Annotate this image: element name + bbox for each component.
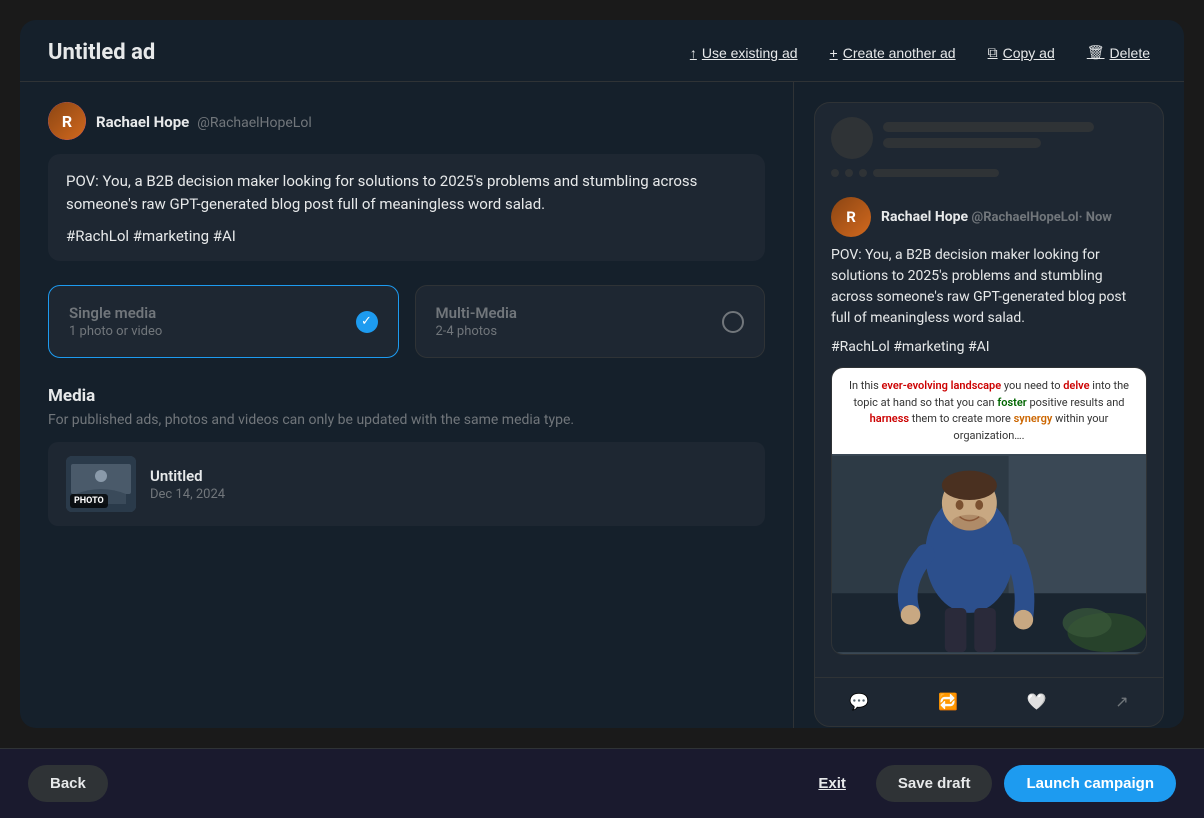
tweet-hashtags: #RachLol #marketing #AI — [66, 227, 747, 245]
preview-image-text: In this ever-evolving landscape you need… — [832, 368, 1146, 454]
preview-user-name: Rachael Hope @RachaelHopeLol· Now — [881, 209, 1112, 225]
media-item[interactable]: PHOTO Untitled Dec 14, 2024 — [48, 442, 765, 526]
media-section-desc: For published ads, photos and videos can… — [48, 412, 765, 428]
multi-media-sublabel: 2-4 photos — [436, 324, 517, 339]
media-item-info: Untitled Dec 14, 2024 — [150, 467, 225, 502]
exit-button[interactable]: Exit — [800, 765, 864, 802]
preview-user-row: R Rachael Hope @RachaelHopeLol· Now — [831, 197, 1147, 237]
avatar: R — [48, 102, 86, 140]
footer-left: Back — [28, 765, 108, 802]
skeleton-dot-2 — [845, 169, 853, 177]
comment-button[interactable]: 💬 — [837, 686, 881, 718]
content-area: R Rachael Hope @RachaelHopeLol POV: You,… — [20, 82, 1184, 728]
tweet-text: POV: You, a B2B decision maker looking f… — [66, 170, 747, 215]
share-button[interactable]: ↗ — [1103, 686, 1140, 718]
create-another-button[interactable]: + Create another ad — [824, 41, 962, 65]
single-media-radio-selected: ✓ — [356, 311, 378, 333]
media-section-title: Media — [48, 386, 765, 406]
copy-icon: ⧉ — [988, 44, 998, 61]
preview-tweet-text: POV: You, a B2B decision maker looking f… — [831, 245, 1147, 329]
like-button[interactable]: 🤍 — [1015, 686, 1059, 718]
single-media-card[interactable]: Single media 1 photo or video ✓ — [48, 285, 399, 358]
skeleton-line-3 — [873, 169, 999, 177]
use-existing-button[interactable]: ↑ Use existing ad — [684, 41, 804, 65]
media-section: Media For published ads, photos and vide… — [48, 386, 765, 526]
multi-media-card[interactable]: Multi-Media 2-4 photos — [415, 285, 766, 358]
preview-actions: 💬 🔁 🤍 ↗ — [815, 677, 1163, 726]
single-media-label: Single media — [69, 304, 162, 322]
preview-person-image — [832, 454, 1146, 654]
user-row: R Rachael Hope @RachaelHopeLol — [48, 102, 765, 140]
preview-image-container: In this ever-evolving landscape you need… — [831, 367, 1147, 655]
comment-icon: 💬 — [849, 692, 869, 712]
user-info: Rachael Hope @RachaelHopeLol — [96, 112, 312, 131]
user-name: Rachael Hope — [96, 113, 189, 131]
skeleton-line-1 — [883, 122, 1094, 132]
page-title: Untitled ad — [48, 40, 155, 65]
media-thumbnail: PHOTO — [66, 456, 136, 512]
preview-skeleton-header — [815, 103, 1163, 193]
media-item-name: Untitled — [150, 467, 225, 485]
trash-icon: 🗑 — [1087, 44, 1105, 61]
main-container: Untitled ad ↑ Use existing ad + Create a… — [20, 20, 1184, 728]
upload-icon: ↑ — [690, 45, 697, 61]
multi-media-label: Multi-Media — [436, 304, 517, 322]
header: Untitled ad ↑ Use existing ad + Create a… — [20, 20, 1184, 82]
media-type-section: Single media 1 photo or video ✓ Multi-Me… — [48, 285, 765, 358]
skeleton-line-2 — [883, 138, 1041, 148]
preview-tweet: R Rachael Hope @RachaelHopeLol· Now POV:… — [815, 193, 1163, 677]
heart-icon: 🤍 — [1027, 692, 1047, 712]
skeleton-dot-3 — [859, 169, 867, 177]
launch-campaign-button[interactable]: Launch campaign — [1004, 765, 1176, 802]
share-icon: ↗ — [1115, 692, 1128, 712]
user-handle: @RachaelHopeLol — [197, 115, 311, 131]
header-actions: ↑ Use existing ad + Create another ad ⧉ … — [684, 40, 1156, 65]
skeleton-avatar — [831, 117, 873, 159]
tweet-box: POV: You, a B2B decision maker looking f… — [48, 154, 765, 261]
footer-right: Exit Save draft Launch campaign — [800, 765, 1176, 802]
preview-card: R Rachael Hope @RachaelHopeLol· Now POV:… — [814, 102, 1164, 727]
skeleton-dot-1 — [831, 169, 839, 177]
copy-ad-button[interactable]: ⧉ Copy ad — [982, 40, 1061, 65]
single-media-sublabel: 1 photo or video — [69, 324, 162, 339]
avatar-initial: R — [62, 112, 72, 131]
left-panel: R Rachael Hope @RachaelHopeLol POV: You,… — [20, 82, 794, 728]
footer: Back Exit Save draft Launch campaign — [0, 748, 1204, 818]
plus-icon: + — [830, 45, 838, 61]
right-panel: R Rachael Hope @RachaelHopeLol· Now POV:… — [794, 82, 1184, 728]
delete-button[interactable]: 🗑 Delete — [1081, 40, 1156, 65]
preview-hashtags: #RachLol #marketing #AI — [831, 339, 1147, 355]
photo-badge: PHOTO — [70, 494, 108, 508]
preview-user-handle: @RachaelHopeLol· Now — [972, 210, 1112, 225]
media-item-date: Dec 14, 2024 — [150, 487, 225, 502]
multi-media-radio — [722, 311, 744, 333]
preview-avatar: R — [831, 197, 871, 237]
back-button[interactable]: Back — [28, 765, 108, 802]
retweet-button[interactable]: 🔁 — [926, 686, 970, 718]
retweet-icon: 🔁 — [938, 692, 958, 712]
save-draft-button[interactable]: Save draft — [876, 765, 993, 802]
